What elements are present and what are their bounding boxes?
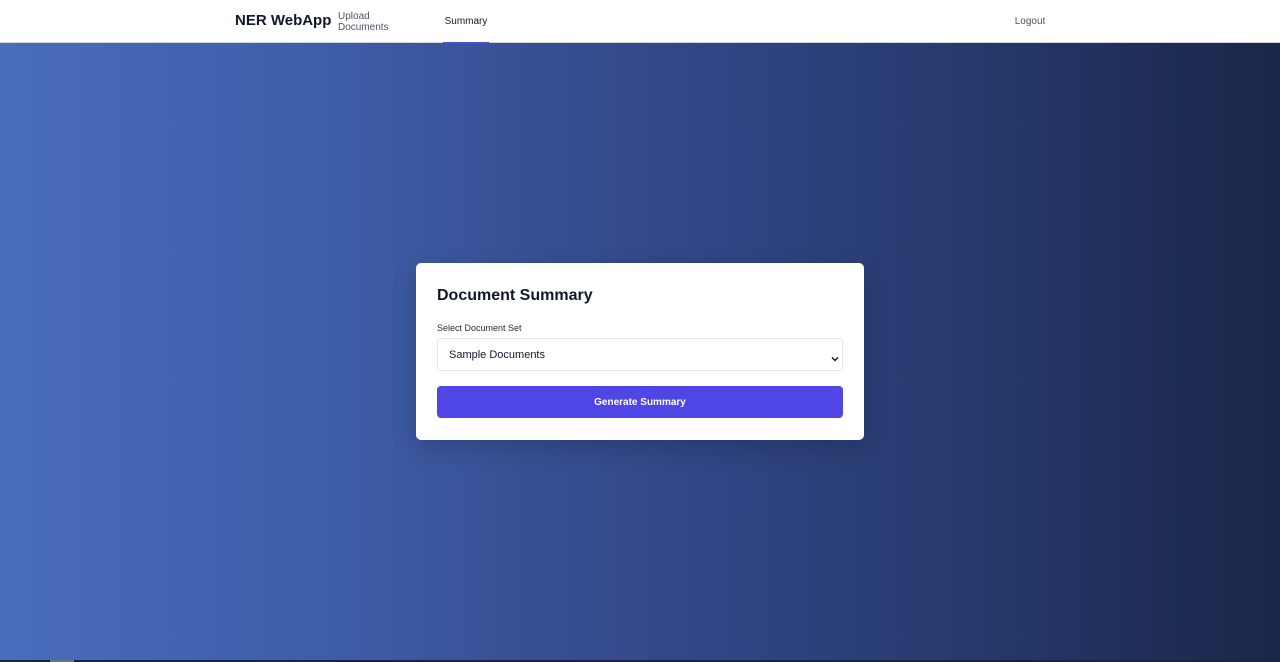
- nav-link-upload-documents[interactable]: Upload Documents: [338, 0, 420, 43]
- nav-link-summary[interactable]: Summary: [443, 0, 489, 44]
- document-set-select[interactable]: Sample Documents: [437, 338, 843, 371]
- card-title: Document Summary: [437, 287, 593, 304]
- document-summary-card: Document Summary Select Document Set Sam…: [416, 263, 864, 440]
- brand-logo[interactable]: NER WebApp: [235, 12, 331, 29]
- chevron-down-icon: [831, 350, 839, 362]
- top-navbar: NER WebApp Upload Documents Summary Logo…: [0, 0, 1280, 44]
- generate-summary-button[interactable]: Generate Summary: [437, 386, 843, 418]
- logout-link[interactable]: Logout: [1010, 0, 1050, 43]
- select-current-value: Sample Documents: [449, 349, 545, 361]
- select-document-set-label: Select Document Set: [437, 323, 522, 333]
